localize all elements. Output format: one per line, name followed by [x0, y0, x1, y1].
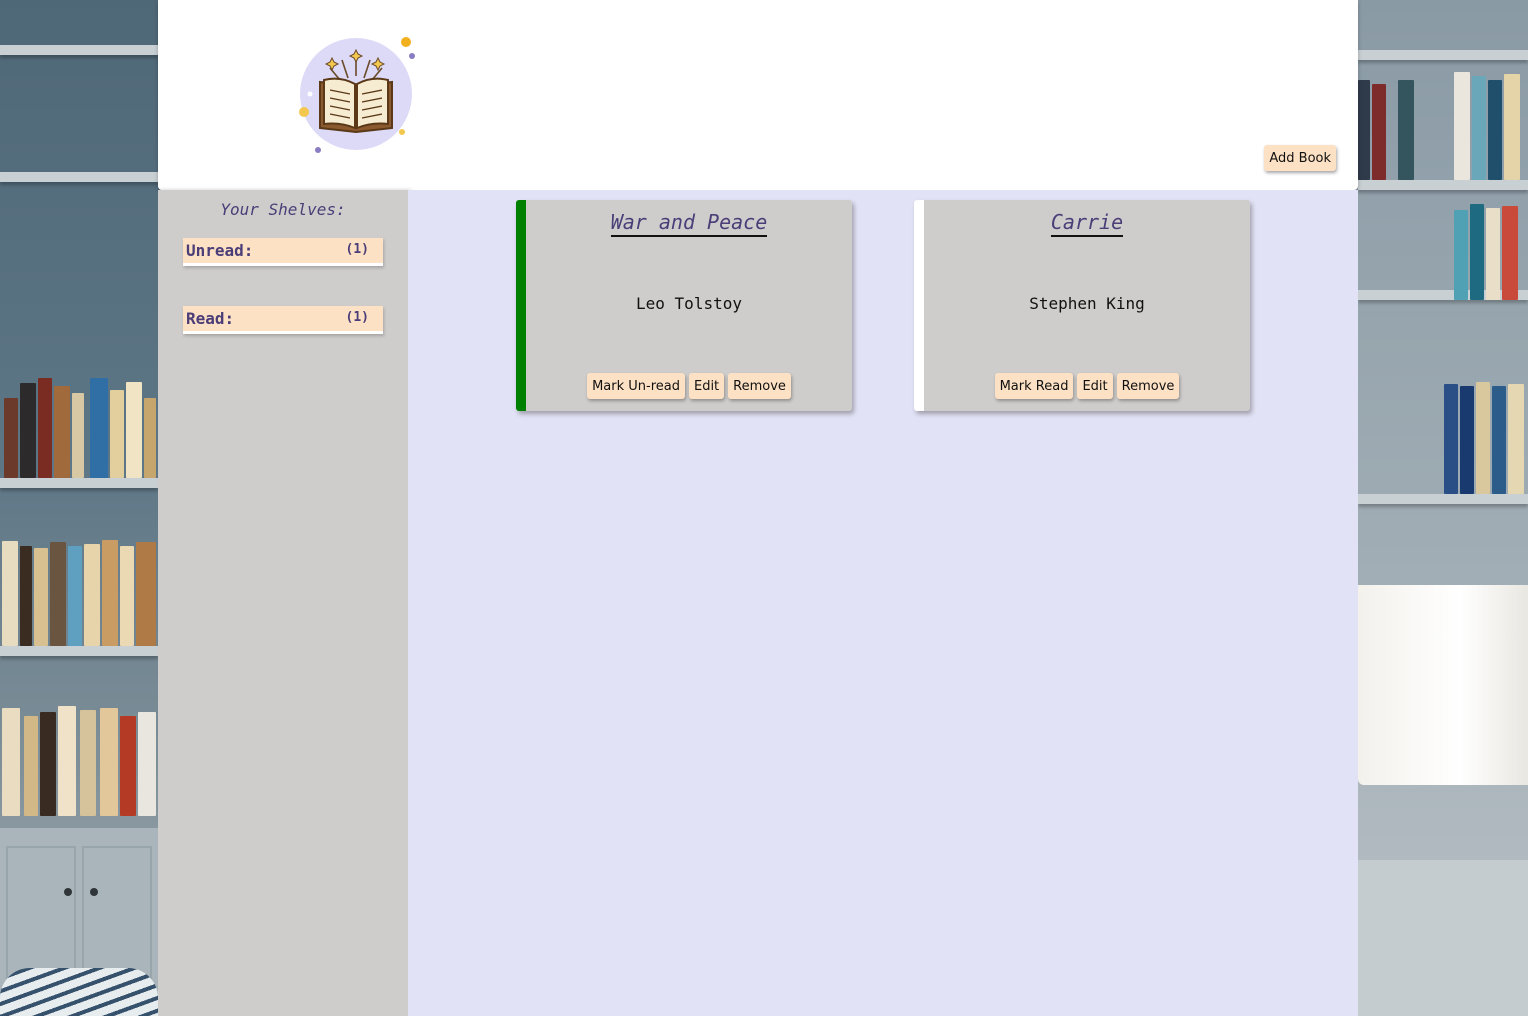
shelf-plank: [0, 478, 158, 488]
shelf-plank: [0, 172, 158, 182]
mark-unread-button[interactable]: Mark Un-read: [587, 373, 685, 399]
shelf-plank: [1358, 494, 1528, 504]
book-row: [1358, 70, 1528, 180]
shelf-label: Read:: [186, 309, 235, 328]
book-title: War and Peace: [526, 210, 852, 237]
sidebar-title: Your Shelves:: [220, 200, 346, 219]
book-grid: War and Peace Leo Tolstoy Mark Un-read E…: [408, 190, 1358, 1016]
remove-button[interactable]: Remove: [728, 373, 791, 399]
remove-button[interactable]: Remove: [1116, 373, 1180, 399]
open-book-sparkles-icon: [299, 37, 415, 153]
book-row: [1358, 190, 1528, 300]
lamp-shade: [1358, 585, 1528, 785]
book-card: Carrie Stephen King Mark Read Edit Remov…: [914, 200, 1250, 411]
add-book-button[interactable]: Add Book: [1264, 145, 1336, 171]
book-actions: Mark Read Edit Remove: [924, 373, 1250, 399]
book-row: [1358, 382, 1528, 494]
striped-pillow: [0, 968, 158, 1016]
shelf-count: (1): [345, 242, 369, 257]
edit-button[interactable]: Edit: [688, 373, 725, 399]
shelf-plank: [0, 646, 158, 656]
shelf-count: (1): [345, 310, 369, 325]
cabinet: [1358, 860, 1528, 1016]
mark-read-button[interactable]: Mark Read: [994, 373, 1074, 399]
shelves-sidebar: Your Shelves: Unread: (1) Read: (1): [158, 190, 408, 1016]
shelf-unread[interactable]: Unread: (1): [183, 238, 383, 266]
shelf-plank: [1358, 180, 1528, 190]
book-author: Stephen King: [1029, 294, 1145, 313]
shelf-plank: [0, 45, 158, 55]
read-status-bar: [914, 200, 924, 411]
shelf-plank: [1358, 50, 1528, 60]
book-card: War and Peace Leo Tolstoy Mark Un-read E…: [516, 200, 852, 411]
book-title: Carrie: [924, 210, 1250, 237]
book-author: Leo Tolstoy: [636, 294, 742, 313]
book-row: [0, 368, 158, 478]
book-actions: Mark Un-read Edit Remove: [526, 373, 852, 399]
shelf-read[interactable]: Read: (1): [183, 306, 383, 334]
shelf-label: Unread:: [186, 241, 254, 260]
edit-button[interactable]: Edit: [1077, 373, 1113, 399]
read-status-bar: [516, 200, 526, 411]
book-row: [0, 706, 158, 816]
book-row: [0, 536, 158, 646]
app-header: Add Book: [158, 0, 1358, 190]
